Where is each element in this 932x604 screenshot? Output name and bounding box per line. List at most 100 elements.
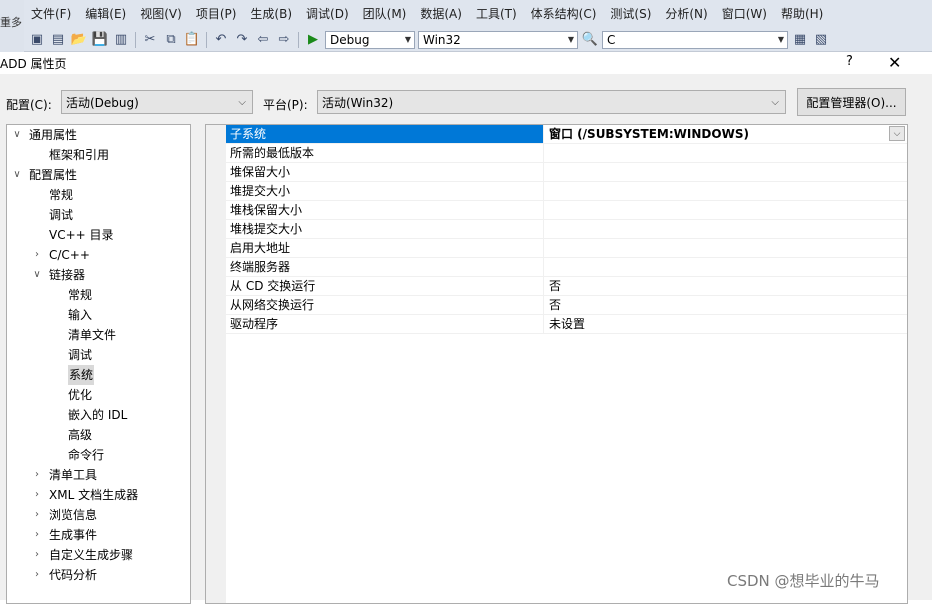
- property-row[interactable]: 子系统 窗口 (/SUBSYSTEM:WINDOWS) ⌵: [226, 125, 907, 144]
- solution-explorer-icon[interactable]: ▦: [791, 31, 809, 49]
- collapse-arrow-icon[interactable]: ›: [31, 505, 43, 525]
- configuration-manager-button[interactable]: 配置管理器(O)...: [797, 88, 906, 116]
- tree-item[interactable]: › XML 文档生成器: [31, 485, 138, 505]
- menu-item[interactable]: 体系结构(C): [524, 0, 604, 28]
- menu-item[interactable]: 视图(V): [133, 0, 189, 28]
- menu-item[interactable]: 团队(M): [356, 0, 414, 28]
- save-all-icon[interactable]: ▥: [112, 31, 130, 49]
- collapse-arrow-icon[interactable]: ›: [31, 525, 43, 545]
- tree-item[interactable]: ∨ 链接器: [31, 265, 85, 285]
- property-row[interactable]: 堆栈保留大小: [226, 201, 907, 220]
- new-project-icon[interactable]: ▣: [28, 31, 46, 49]
- property-value[interactable]: [546, 220, 907, 238]
- property-value[interactable]: [546, 258, 907, 276]
- value-dropdown-button[interactable]: ⌵: [889, 126, 905, 141]
- menu-item[interactable]: 分析(N): [658, 0, 714, 28]
- save-icon[interactable]: 💾: [91, 31, 109, 49]
- expand-arrow-icon[interactable]: ∨: [31, 265, 43, 285]
- paste-icon[interactable]: 📋: [183, 31, 201, 49]
- tree-item[interactable]: 常规: [31, 185, 73, 205]
- tree-item[interactable]: ∨ 通用属性: [11, 125, 77, 145]
- property-grid[interactable]: 子系统 窗口 (/SUBSYSTEM:WINDOWS) ⌵ 所需的最低版本 堆保留大小堆…: [205, 124, 908, 604]
- collapse-arrow-icon[interactable]: ›: [31, 245, 43, 265]
- tree-item[interactable]: › 浏览信息: [31, 505, 97, 525]
- tree-item[interactable]: 清单文件: [50, 325, 116, 345]
- cut-icon[interactable]: ✂: [141, 31, 159, 49]
- property-row[interactable]: 启用大地址: [226, 239, 907, 258]
- solution-platform-dropdown[interactable]: Win32 ▼: [418, 30, 578, 49]
- menu-item[interactable]: 生成(B): [243, 0, 299, 28]
- property-row[interactable]: 堆提交大小: [226, 182, 907, 201]
- open-file-icon[interactable]: 📂: [70, 31, 88, 49]
- menu-item[interactable]: 工具(T): [469, 0, 524, 28]
- tree-item-label: 生成事件: [49, 528, 98, 542]
- property-value[interactable]: 否: [546, 296, 907, 314]
- find-combo[interactable]: C ▼: [602, 30, 788, 49]
- copy-icon[interactable]: ⧉: [162, 31, 180, 49]
- tree-item[interactable]: › C/C++: [31, 245, 90, 265]
- property-row[interactable]: 驱动程序 未设置: [226, 315, 907, 334]
- find-in-files-icon[interactable]: 🔍: [581, 31, 599, 49]
- collapse-arrow-icon[interactable]: ›: [31, 485, 43, 505]
- collapse-arrow-icon[interactable]: ›: [31, 545, 43, 565]
- start-debug-icon[interactable]: ▶: [304, 31, 322, 49]
- chevron-down-icon: ▼: [567, 35, 574, 44]
- solution-config-dropdown[interactable]: Debug ▼: [325, 30, 415, 49]
- menu-item[interactable]: 窗口(W): [715, 0, 774, 28]
- tree-item[interactable]: 优化: [50, 385, 92, 405]
- tree-item[interactable]: 嵌入的 IDL: [50, 405, 127, 425]
- tree-item[interactable]: 调试: [31, 205, 73, 225]
- menu-item[interactable]: 测试(S): [603, 0, 658, 28]
- menu-item[interactable]: 编辑(E): [78, 0, 133, 28]
- tree-item[interactable]: 输入: [50, 305, 92, 325]
- collapse-arrow-icon[interactable]: ›: [31, 465, 43, 485]
- collapse-arrow-icon[interactable]: ›: [31, 565, 43, 585]
- property-value[interactable]: 否: [546, 277, 907, 295]
- property-row[interactable]: 所需的最低版本: [226, 144, 907, 163]
- close-button[interactable]: ✕: [888, 53, 901, 72]
- tree-item[interactable]: ∨ 配置属性: [11, 165, 77, 185]
- property-row[interactable]: 从 CD 交换运行否: [226, 277, 907, 296]
- tree-item[interactable]: › 生成事件: [31, 525, 97, 545]
- menu-item[interactable]: 数据(A): [413, 0, 469, 28]
- menu-item[interactable]: 调试(D): [299, 0, 356, 28]
- menu-item[interactable]: 项目(P): [189, 0, 244, 28]
- property-value[interactable]: [546, 201, 907, 219]
- tree-item[interactable]: › 代码分析: [31, 565, 97, 585]
- property-value[interactable]: [546, 182, 907, 200]
- menu-item[interactable]: 文件(F): [24, 0, 78, 28]
- platform-dropdown[interactable]: 活动(Win32) ⌵: [317, 90, 786, 114]
- property-value[interactable]: 窗口 (/SUBSYSTEM:WINDOWS): [546, 125, 907, 143]
- tree-item[interactable]: VC++ 目录: [31, 225, 114, 245]
- tree-item[interactable]: 系统: [50, 365, 95, 385]
- property-value[interactable]: 未设置: [546, 315, 907, 333]
- configuration-dropdown[interactable]: 活动(Debug) ⌵: [61, 90, 253, 114]
- property-row[interactable]: 堆保留大小: [226, 163, 907, 182]
- navigate-back-icon[interactable]: ⇦: [254, 31, 272, 49]
- tree-item[interactable]: 调试: [50, 345, 92, 365]
- tree-item[interactable]: 命令行: [50, 445, 104, 465]
- menu-item[interactable]: 帮助(H): [774, 0, 830, 28]
- tree-item[interactable]: 框架和引用: [31, 145, 109, 165]
- expand-arrow-icon[interactable]: ∨: [11, 125, 23, 145]
- tree-item[interactable]: › 自定义生成步骤: [31, 545, 133, 565]
- chevron-down-icon: ▼: [777, 35, 784, 44]
- undo-icon[interactable]: ↶: [212, 31, 230, 49]
- redo-icon[interactable]: ↷: [233, 31, 251, 49]
- property-value[interactable]: [546, 144, 907, 162]
- help-button[interactable]: ?: [846, 54, 853, 69]
- navigate-forward-icon[interactable]: ⇨: [275, 31, 293, 49]
- add-item-icon[interactable]: ▤: [49, 31, 67, 49]
- property-tree[interactable]: ∨ 通用属性 框架和引用 ∨ 配置属性 常规 调试 VC++ 目录 › C/C++ ∨ 链接器 常规 输入…: [6, 124, 191, 604]
- property-value[interactable]: [546, 239, 907, 257]
- property-row[interactable]: 从网络交换运行否: [226, 296, 907, 315]
- tree-item[interactable]: 常规: [50, 285, 92, 305]
- expand-arrow-icon[interactable]: ∨: [11, 165, 23, 185]
- tree-item[interactable]: 高级: [50, 425, 92, 445]
- property-name: 堆提交大小: [226, 182, 544, 200]
- property-value[interactable]: [546, 163, 907, 181]
- property-row[interactable]: 终端服务器: [226, 258, 907, 277]
- properties-window-icon[interactable]: ▧: [812, 31, 830, 49]
- tree-item[interactable]: › 清单工具: [31, 465, 97, 485]
- property-row[interactable]: 堆栈提交大小: [226, 220, 907, 239]
